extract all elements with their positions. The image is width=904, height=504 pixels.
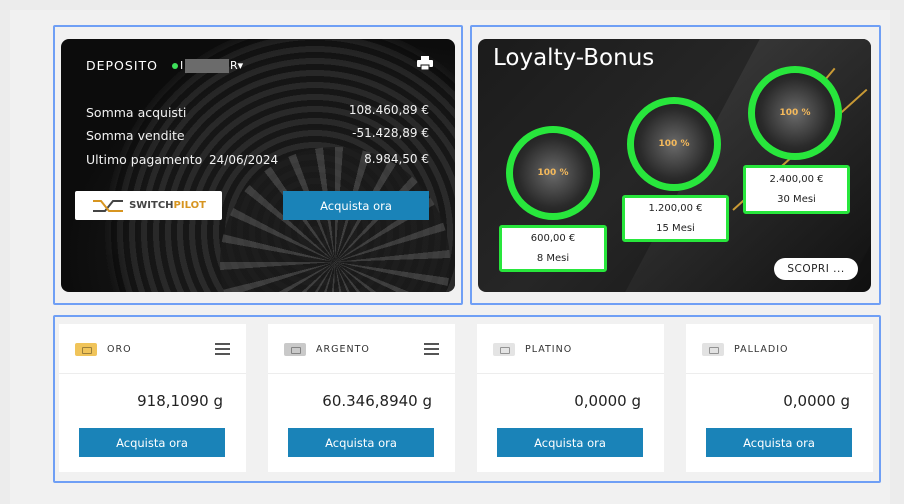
tier-duration: 30 Mesi bbox=[777, 193, 816, 205]
metal-name: PLATINO bbox=[525, 344, 573, 355]
total-sales-value: -51.428,89 € bbox=[352, 126, 429, 140]
hamburger-menu-icon[interactable] bbox=[215, 343, 230, 355]
tier-circle-8-months: 100 % bbox=[506, 126, 600, 220]
tier-duration: 15 Mesi bbox=[656, 222, 695, 234]
gold-buy-button[interactable]: Acquista ora bbox=[79, 428, 225, 457]
deposit-title: DEPOSITO bbox=[86, 58, 158, 73]
last-payment-value: 8.984,50 € bbox=[364, 152, 429, 166]
metal-amount: 60.346,8940 g bbox=[322, 392, 432, 410]
tier-box-15-months: 1.200,00 € 15 Mesi bbox=[622, 195, 729, 242]
silver-bar-icon bbox=[284, 343, 306, 356]
loyalty-title: Loyalty-Bonus bbox=[493, 45, 655, 71]
total-purchases-label: Somma acquisti bbox=[86, 105, 187, 120]
account-selector-dropdown[interactable]: R▾ bbox=[230, 59, 243, 72]
tier-box-8-months: 600,00 € 8 Mesi bbox=[499, 225, 607, 272]
metal-card-silver: ARGENTO 60.346,8940 g Acquista ora bbox=[268, 324, 455, 472]
switchpilot-logo-button[interactable]: SWITCHPILOT bbox=[75, 191, 222, 220]
metal-card-platinum: PLATINO 0,0000 g Acquista ora bbox=[477, 324, 664, 472]
metal-card-gold: ORO 918,1090 g Acquista ora bbox=[59, 324, 246, 472]
gold-bar-icon bbox=[75, 343, 97, 356]
palladium-buy-button[interactable]: Acquista ora bbox=[706, 428, 852, 457]
tier-duration: 8 Mesi bbox=[536, 252, 570, 264]
metal-name: ARGENTO bbox=[316, 344, 370, 355]
metal-card-palladium: PALLADIO 0,0000 g Acquista ora bbox=[686, 324, 873, 472]
account-selector-prefix[interactable]: I bbox=[180, 59, 183, 72]
platinum-buy-button[interactable]: Acquista ora bbox=[497, 428, 643, 457]
account-status-dot bbox=[172, 63, 178, 69]
metal-amount: 918,1090 g bbox=[137, 392, 223, 410]
metal-name: PALLADIO bbox=[734, 344, 789, 355]
loyalty-bonus-card: Loyalty-Bonus 100 % 100 % 100 % 600,00 €… bbox=[478, 39, 871, 292]
printer-icon[interactable] bbox=[417, 56, 433, 70]
metal-name: ORO bbox=[107, 344, 132, 355]
hamburger-menu-icon[interactable] bbox=[424, 343, 439, 355]
total-sales-label: Somma vendite bbox=[86, 128, 185, 143]
deposit-buy-button[interactable]: Acquista ora bbox=[283, 191, 429, 220]
tier-circle-15-months: 100 % bbox=[627, 97, 721, 191]
switchpilot-logo-icon bbox=[93, 199, 124, 212]
tier-amount: 2.400,00 € bbox=[769, 173, 824, 185]
palladium-bar-icon bbox=[702, 343, 724, 356]
platinum-bar-icon bbox=[493, 343, 515, 356]
metal-amount: 0,0000 g bbox=[574, 392, 641, 410]
account-number-redacted bbox=[185, 59, 229, 73]
metal-amount: 0,0000 g bbox=[783, 392, 850, 410]
tier-amount: 1.200,00 € bbox=[648, 202, 703, 214]
total-purchases-value: 108.460,89 € bbox=[348, 103, 429, 117]
tier-circle-30-months: 100 % bbox=[748, 66, 842, 160]
silver-buy-button[interactable]: Acquista ora bbox=[288, 428, 434, 457]
switchpilot-logo-text: SWITCHPILOT bbox=[129, 200, 206, 211]
tier-box-30-months: 2.400,00 € 30 Mesi bbox=[743, 165, 850, 214]
last-payment-date: 24/06/2024 bbox=[209, 153, 279, 167]
discover-button[interactable]: SCOPRI ... bbox=[774, 258, 858, 280]
deposit-card: DEPOSITO I R▾ Somma acquisti 108.460,89 … bbox=[61, 39, 455, 292]
last-payment-label: Ultimo pagamento bbox=[86, 152, 203, 167]
tier-amount: 600,00 € bbox=[530, 232, 576, 244]
